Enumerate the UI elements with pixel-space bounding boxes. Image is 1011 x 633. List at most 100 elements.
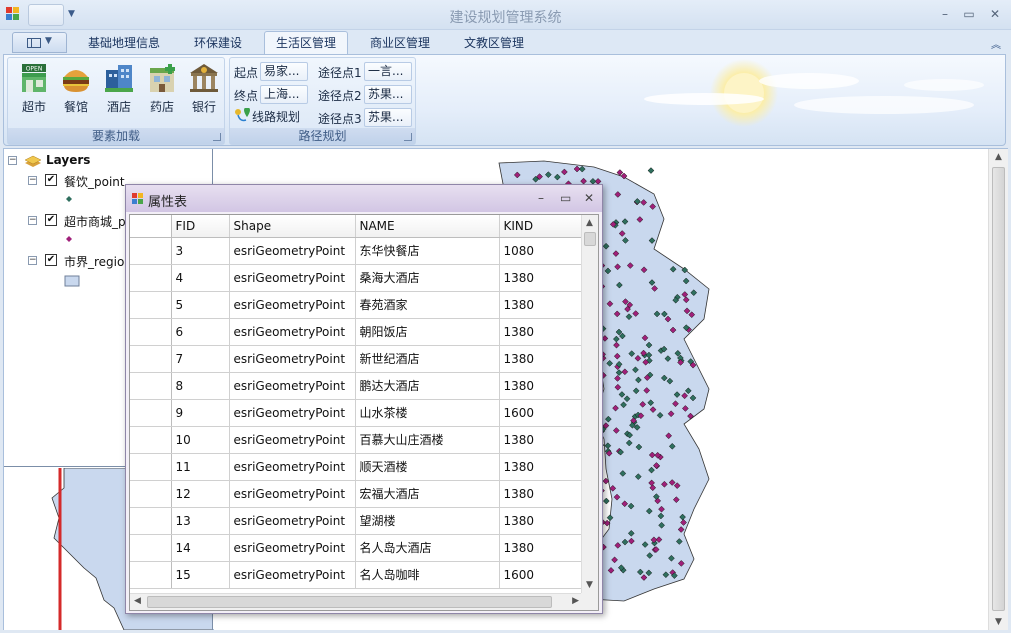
table-row[interactable]: 5 esriGeometryPoint 春苑酒家 1380: [130, 291, 586, 319]
row-header[interactable]: [130, 264, 172, 292]
via-point-1-button[interactable]: 一言...: [364, 62, 412, 81]
cell-kind[interactable]: 1380: [499, 507, 586, 535]
scroll-left-icon[interactable]: ◀: [134, 596, 141, 606]
cell-fid[interactable]: 4: [171, 264, 230, 292]
table-row[interactable]: 12 esriGeometryPoint 宏福大酒店 1380: [130, 480, 586, 508]
cell-kind[interactable]: 1380: [499, 426, 586, 454]
cell-fid[interactable]: 13: [171, 507, 230, 535]
cell-name[interactable]: 新世纪酒店: [355, 345, 500, 373]
cell-shape[interactable]: esriGeometryPoint: [229, 237, 356, 265]
cell-kind[interactable]: 1080: [499, 237, 586, 265]
cell-fid[interactable]: 9: [171, 399, 230, 427]
tab-environment[interactable]: 环保建设: [194, 34, 242, 54]
poi-point[interactable]: [647, 167, 655, 174]
grid-vertical-scrollbar[interactable]: ▲ ▼: [581, 215, 598, 593]
cell-name[interactable]: 山水茶楼: [355, 399, 500, 427]
cell-kind[interactable]: 1380: [499, 264, 586, 292]
cell-fid[interactable]: 15: [171, 561, 230, 589]
hotel-button[interactable]: 酒店: [99, 62, 139, 120]
scroll-up-icon[interactable]: ▲: [586, 218, 593, 228]
bank-button[interactable]: 银行: [184, 62, 224, 120]
cell-kind[interactable]: 1380: [499, 345, 586, 373]
cell-fid[interactable]: 5: [171, 291, 230, 319]
cell-shape[interactable]: esriGeometryPoint: [229, 534, 356, 562]
map-vertical-scrollbar[interactable]: ▲ ▼: [988, 149, 1008, 630]
close-button[interactable]: ✕: [984, 5, 1006, 23]
cell-shape[interactable]: esriGeometryPoint: [229, 345, 356, 373]
cell-name[interactable]: 鹏达大酒店: [355, 372, 500, 400]
cell-shape[interactable]: esriGeometryPoint: [229, 264, 356, 292]
column-header-fid[interactable]: FID: [171, 215, 230, 238]
table-row[interactable]: 6 esriGeometryPoint 朝阳饭店 1380: [130, 318, 586, 346]
cell-kind[interactable]: 1380: [499, 372, 586, 400]
collapse-toggle[interactable]: −: [28, 216, 37, 225]
cell-shape[interactable]: esriGeometryPoint: [229, 291, 356, 319]
cell-kind[interactable]: 1380: [499, 291, 586, 319]
table-row[interactable]: 10 esriGeometryPoint 百慕大山庄酒楼 1380: [130, 426, 586, 454]
table-row[interactable]: 3 esriGeometryPoint 东华快餐店 1080: [130, 237, 586, 265]
row-header[interactable]: [130, 399, 172, 427]
cell-shape[interactable]: esriGeometryPoint: [229, 507, 356, 535]
row-header[interactable]: [130, 237, 172, 265]
cell-shape[interactable]: esriGeometryPoint: [229, 318, 356, 346]
dialog-launcher-icon[interactable]: [213, 133, 221, 141]
row-header[interactable]: [130, 507, 172, 535]
cell-name[interactable]: 百慕大山庄酒楼: [355, 426, 500, 454]
column-header-name[interactable]: NAME: [355, 215, 500, 238]
table-row[interactable]: 7 esriGeometryPoint 新世纪酒店 1380: [130, 345, 586, 373]
dialog-close-button[interactable]: ✕: [584, 191, 594, 205]
scrollbar-thumb[interactable]: [992, 167, 1005, 611]
layer-visibility-checkbox[interactable]: ✔: [45, 174, 57, 186]
via-point-3-button[interactable]: 苏果...: [364, 108, 412, 127]
layer-visibility-checkbox[interactable]: ✔: [45, 254, 57, 266]
tab-living-area[interactable]: 生活区管理: [264, 31, 348, 55]
cell-shape[interactable]: esriGeometryPoint: [229, 453, 356, 481]
cell-name[interactable]: 宏福大酒店: [355, 480, 500, 508]
table-row[interactable]: 11 esriGeometryPoint 顺天酒楼 1380: [130, 453, 586, 481]
dialog-minimize-button[interactable]: –: [538, 191, 544, 205]
cell-fid[interactable]: 3: [171, 237, 230, 265]
table-row[interactable]: 4 esriGeometryPoint 桑海大酒店 1380: [130, 264, 586, 292]
maximize-button[interactable]: ▭: [958, 5, 980, 23]
cell-name[interactable]: 桑海大酒店: [355, 264, 500, 292]
table-row[interactable]: 15 esriGeometryPoint 名人岛咖啡 1600: [130, 561, 586, 589]
row-header[interactable]: [130, 345, 172, 373]
collapse-toggle[interactable]: −: [28, 176, 37, 185]
layer-visibility-checkbox[interactable]: ✔: [45, 214, 57, 226]
start-point-button[interactable]: 易家...: [260, 62, 308, 81]
table-row[interactable]: 14 esriGeometryPoint 名人岛大酒店 1380: [130, 534, 586, 562]
cell-name[interactable]: 望湖楼: [355, 507, 500, 535]
row-header[interactable]: [130, 534, 172, 562]
cell-kind[interactable]: 1380: [499, 318, 586, 346]
collapse-toggle[interactable]: −: [8, 156, 17, 165]
dialog-launcher-icon[interactable]: [404, 133, 412, 141]
row-header[interactable]: [130, 480, 172, 508]
cell-kind[interactable]: 1380: [499, 534, 586, 562]
cell-shape[interactable]: esriGeometryPoint: [229, 480, 356, 508]
table-row[interactable]: 13 esriGeometryPoint 望湖楼 1380: [130, 507, 586, 535]
cell-fid[interactable]: 14: [171, 534, 230, 562]
cell-name[interactable]: 朝阳饭店: [355, 318, 500, 346]
scrollbar-thumb[interactable]: [147, 596, 552, 608]
row-header[interactable]: [130, 318, 172, 346]
row-header[interactable]: [130, 291, 172, 319]
cell-kind[interactable]: 1600: [499, 561, 586, 589]
cell-fid[interactable]: 12: [171, 480, 230, 508]
grid-horizontal-scrollbar[interactable]: ◀ ▶: [130, 593, 583, 610]
cell-kind[interactable]: 1380: [499, 453, 586, 481]
tab-education-area[interactable]: 文教区管理: [464, 34, 524, 54]
cell-kind[interactable]: 1600: [499, 399, 586, 427]
cell-fid[interactable]: 7: [171, 345, 230, 373]
cell-shape[interactable]: esriGeometryPoint: [229, 399, 356, 427]
cell-fid[interactable]: 6: [171, 318, 230, 346]
row-header[interactable]: [130, 372, 172, 400]
cell-shape[interactable]: esriGeometryPoint: [229, 426, 356, 454]
pharmacy-button[interactable]: 药店: [142, 62, 182, 120]
scroll-down-icon[interactable]: ▼: [586, 580, 593, 590]
scroll-down-icon[interactable]: ▼: [995, 617, 1002, 627]
via-point-2-button[interactable]: 苏果...: [364, 85, 412, 104]
dialog-maximize-button[interactable]: ▭: [560, 191, 571, 205]
cell-shape[interactable]: esriGeometryPoint: [229, 561, 356, 589]
cell-name[interactable]: 春苑酒家: [355, 291, 500, 319]
cell-name[interactable]: 顺天酒楼: [355, 453, 500, 481]
